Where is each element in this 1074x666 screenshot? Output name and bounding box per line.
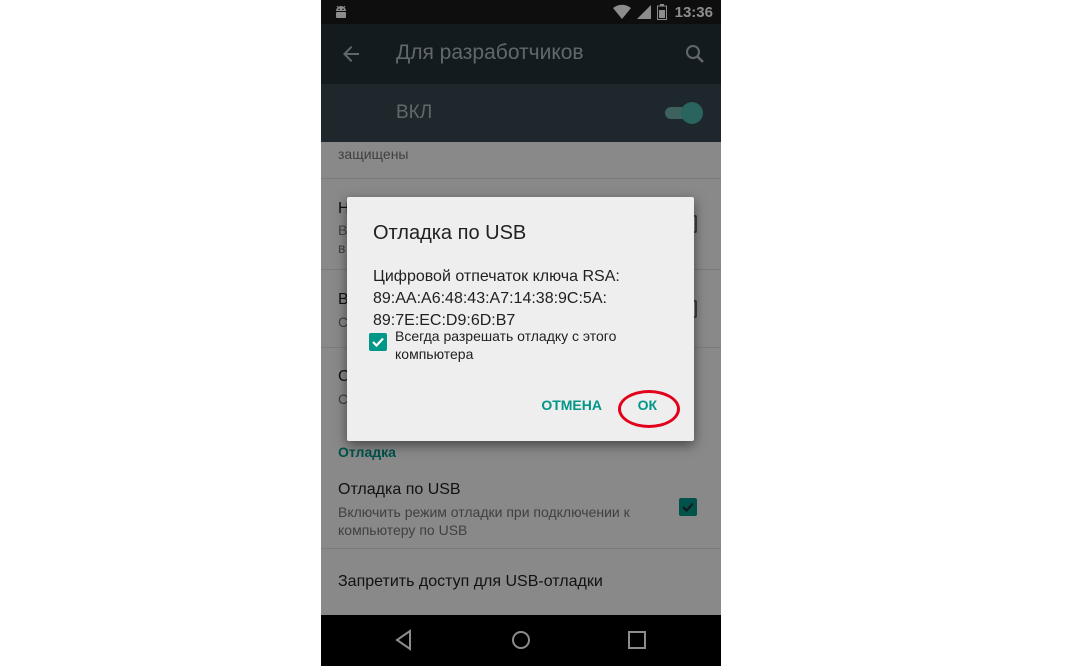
rsa-label: Цифровой отпечаток ключа RSA:	[373, 268, 620, 285]
dialog-title: Отладка по USB	[373, 222, 527, 244]
always-allow-label: Всегда разрешать отладку с этого компьют…	[395, 328, 617, 362]
checkmark-icon	[372, 337, 384, 348]
always-allow-checkbox[interactable]	[369, 333, 387, 351]
rsa-fingerprint-line1: 89:AA:A6:48:43:A7:14:38:9C:5A:	[373, 290, 607, 307]
cancel-button[interactable]: ОТМЕНА	[541, 397, 602, 413]
phone-screen: 13:36 Для разработчиков ВКЛ защищены Н В…	[321, 0, 721, 666]
ok-highlight-annotation	[618, 390, 680, 428]
dialog-body: Цифровой отпечаток ключа RSA: 89:AA:A6:4…	[373, 266, 673, 332]
